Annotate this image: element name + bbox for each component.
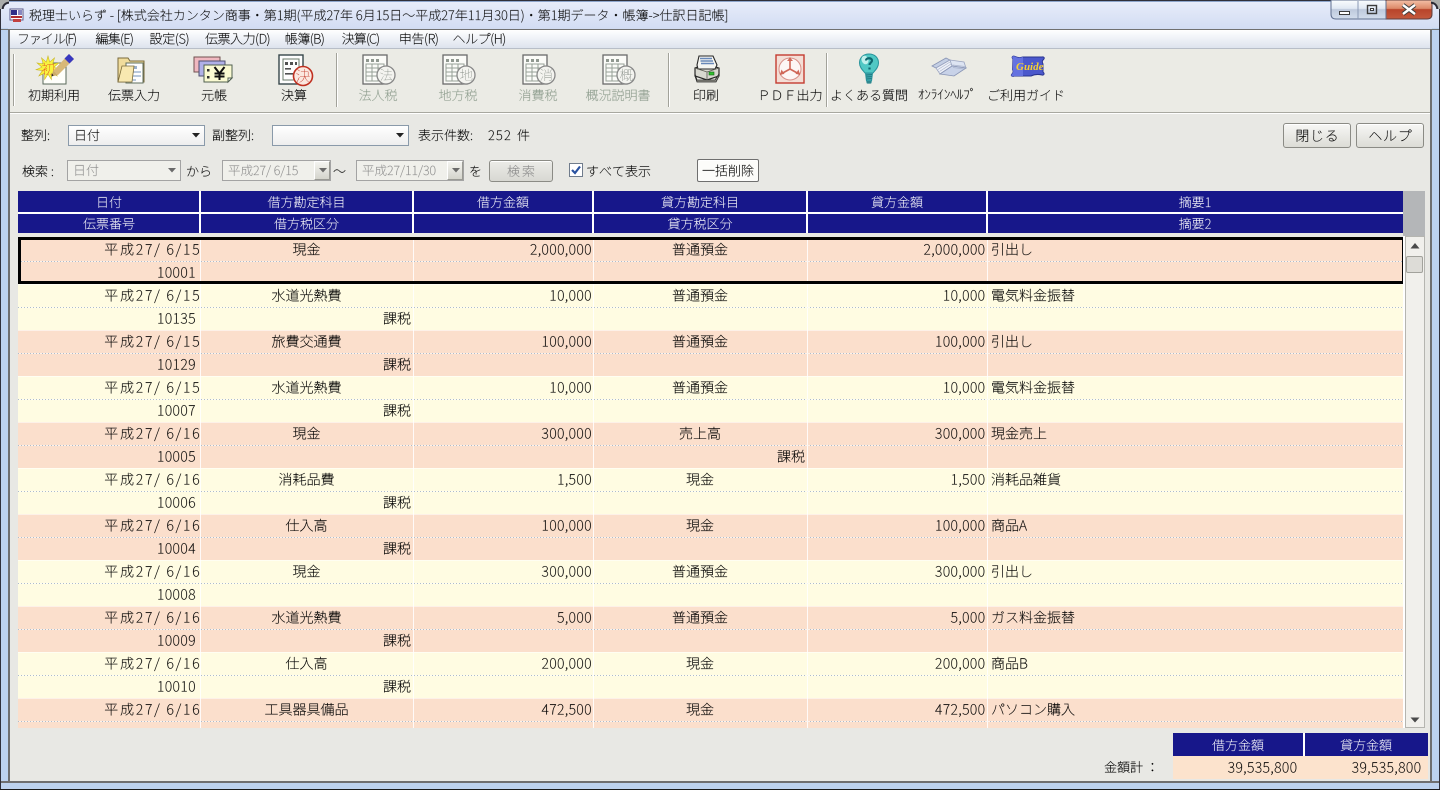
svg-text:Guide: Guide bbox=[1016, 61, 1044, 73]
